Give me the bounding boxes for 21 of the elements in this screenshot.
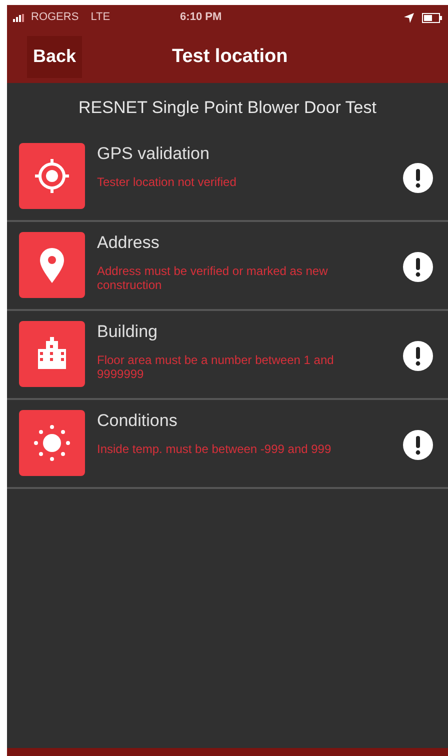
- warning-icon[interactable]: [403, 252, 433, 282]
- battery-icon: [422, 12, 442, 22]
- warning-icon[interactable]: [403, 430, 433, 460]
- warning-icon[interactable]: [403, 162, 433, 192]
- validation-message: Floor area must be a number between 1 and 9999999: [97, 352, 335, 380]
- signal-icon: [13, 14, 27, 22]
- test-name: RESNET Single Point Blower Door Test: [78, 97, 378, 119]
- page-title: Test location: [172, 45, 288, 69]
- network-type: LTE: [90, 10, 110, 26]
- item-title: GPS validation: [97, 142, 210, 164]
- item-title: Conditions: [97, 410, 178, 432]
- back-button[interactable]: Back: [27, 36, 82, 78]
- validation-message: Address must be verified or marked as new construction: [97, 264, 329, 292]
- carrier-name: ROGERS: [31, 10, 79, 26]
- validation-message: Tester location not verified: [97, 174, 238, 188]
- item-title: Building: [97, 320, 158, 342]
- validation-message: Inside temp. must be between -999 and 999: [97, 442, 332, 456]
- status-time: 6:10 PM: [180, 10, 222, 26]
- warning-icon[interactable]: [403, 340, 433, 370]
- location-arrow-icon: [404, 12, 414, 22]
- item-title: Address: [97, 232, 160, 254]
